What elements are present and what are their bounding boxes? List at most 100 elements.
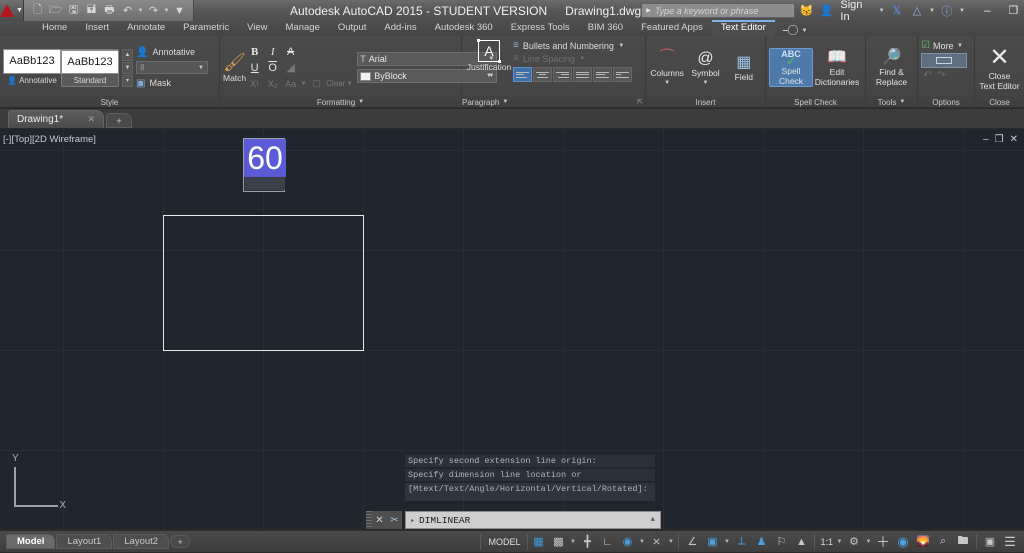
tab-autodesk-360[interactable]: Autodesk 360 — [426, 21, 502, 36]
workspace-switching-icon[interactable]: ◉ — [893, 533, 913, 551]
redo-dropdown-icon[interactable]: ▼ — [163, 8, 170, 14]
polar-tracking-icon[interactable]: ◉ — [617, 533, 637, 551]
underline-button[interactable]: U — [246, 60, 263, 75]
object-snap-tracking-icon[interactable]: ▣ — [702, 533, 722, 551]
tab-bim-360[interactable]: BIM 360 — [579, 21, 632, 36]
hardware-accel-icon[interactable]: ⌕ — [933, 533, 953, 551]
annotation-visibility-dropdown-icon[interactable]: ▼ — [864, 539, 873, 545]
close-icon[interactable]: ✕ — [87, 114, 95, 125]
paragraph-dialog-launcher[interactable]: ⇱ — [637, 97, 643, 108]
window-restore-button[interactable]: ❐ — [1000, 1, 1024, 20]
edit-dictionaries-button[interactable]: 📖 Edit Dictionaries — [815, 48, 859, 87]
osnap-tracking-dropdown-icon[interactable]: ▼ — [722, 539, 731, 545]
bullets-and-numbering-button[interactable]: ≡ Bullets and Numbering ▼ — [513, 40, 632, 51]
tab-text-editor[interactable]: Text Editor — [711, 20, 775, 36]
drawing-area[interactable]: [-][Top][2D Wireframe] – ❐ ✕ 60 Y X Spec… — [0, 129, 1024, 529]
ruler-toggle-button[interactable] — [921, 53, 967, 68]
superscript-button[interactable]: X¹ — [246, 76, 263, 91]
binoculars-icon[interactable]: 😽 — [798, 2, 815, 19]
close-text-editor-button[interactable]: ✕ Close Text Editor — [978, 44, 1021, 91]
rectangle-object[interactable] — [163, 215, 364, 351]
window-minimize-button[interactable]: – — [974, 1, 1000, 20]
columns-dropdown-icon[interactable]: ▼ — [664, 80, 671, 86]
dynamic-input-icon[interactable]: ♟ — [751, 533, 771, 551]
columns-button[interactable]: ⁀ Columns ▼ — [649, 49, 685, 86]
align-left-button[interactable] — [513, 67, 532, 82]
viewport-label[interactable]: [-][Top][2D Wireframe] — [3, 134, 96, 145]
customization-menu-icon[interactable]: ☰ — [1000, 533, 1020, 551]
layout-tab-layout1[interactable]: Layout1 — [56, 534, 113, 549]
clean-screen-icon[interactable]: 🖿 — [953, 533, 973, 551]
align-center-button[interactable] — [533, 67, 552, 82]
viewport-restore-button[interactable]: ❐ — [995, 134, 1004, 145]
mtext-inplace-editor[interactable]: 60 — [243, 138, 286, 192]
symbol-button[interactable]: @ Symbol ▼ — [687, 49, 723, 86]
plot-print-icon[interactable]: 🖶 — [101, 2, 118, 19]
new-file-tab-button[interactable]: + — [106, 113, 132, 128]
redo-icon[interactable]: ↷ — [145, 2, 162, 19]
chevron-down-icon[interactable]: ▼ — [502, 97, 508, 108]
undo-icon[interactable]: ↶ — [119, 2, 136, 19]
new-file-icon[interactable]: 🗋 — [29, 2, 46, 19]
help-icon[interactable]: ⓘ — [938, 2, 955, 19]
more-options-button[interactable]: ☑ More ▼ — [921, 40, 963, 51]
command-line-close-button[interactable]: ✕ — [372, 511, 387, 529]
model-space-indicator[interactable]: MODEL — [480, 533, 529, 550]
snap-dropdown-icon[interactable]: ▼ — [568, 539, 577, 545]
ortho-mode-icon[interactable]: ∟ — [597, 533, 617, 551]
3d-object-snap-icon[interactable]: ∠ — [682, 533, 702, 551]
strikethrough-button[interactable]: A — [282, 44, 299, 59]
tab-featured-apps[interactable]: Featured Apps — [632, 21, 712, 36]
layout-tab-model[interactable]: Model — [6, 534, 56, 549]
tab-manage[interactable]: Manage — [277, 21, 329, 36]
align-right-button[interactable] — [553, 67, 572, 82]
layout-tab-layout2[interactable]: Layout2 — [113, 534, 170, 549]
object-snap-icon[interactable]: ⨯ — [646, 533, 666, 551]
undo-icon[interactable]: ↶ — [923, 70, 931, 81]
autodesk-exchange-icon[interactable]: 𝕏 — [888, 2, 905, 19]
spell-check-button[interactable]: ABC ✓ Spell Check — [769, 48, 813, 87]
text-height-input[interactable]: 8 ▼ — [136, 61, 208, 74]
gallery-expand-icon[interactable]: ▾ — [122, 74, 133, 87]
tab-annotate[interactable]: Annotate — [118, 21, 174, 36]
text-style-annotative-button[interactable]: AaBb123 👤 Annotative — [3, 48, 61, 87]
clear-dropdown-icon[interactable]: ▼ — [346, 81, 353, 87]
application-menu-button[interactable]: ▼ — [0, 0, 24, 21]
chevron-down-icon[interactable]: ▼ — [358, 97, 364, 108]
subscript-button[interactable]: X₂ — [264, 76, 281, 91]
scroll-up-icon[interactable]: ▲ — [122, 48, 133, 61]
new-layout-button[interactable]: + — [170, 535, 191, 548]
add-scales-icon[interactable]: ＋ — [873, 533, 893, 551]
ribbon-panel-dropdown[interactable]: ⎯◯ ▼ — [775, 25, 816, 36]
mask-button[interactable]: ▣ Mask — [136, 76, 208, 90]
annotative-toggle[interactable]: 👤 Annotative — [136, 45, 208, 59]
tab-view[interactable]: View — [238, 21, 276, 36]
command-input[interactable]: ▸ DIMLINEAR ▲ — [405, 511, 661, 529]
grid-display-icon[interactable]: ▦ — [528, 533, 548, 551]
chevron-down-icon[interactable]: ▼ — [899, 97, 905, 108]
justification-dropdown-icon[interactable]: ▼ — [486, 73, 493, 79]
viewport-close-button[interactable]: ✕ — [1010, 134, 1018, 145]
qat-dropdown-icon[interactable]: ▼ — [171, 2, 188, 19]
tab-output[interactable]: Output — [329, 21, 376, 36]
align-combine-paragraphs-button[interactable] — [613, 67, 632, 82]
command-line-customize-button[interactable]: ✂ — [387, 511, 402, 529]
change-case-dropdown-icon[interactable]: ▼ — [300, 81, 307, 87]
bold-button[interactable]: B — [246, 44, 263, 59]
snap-mode-icon[interactable]: ▩ — [548, 533, 568, 551]
match-properties-button[interactable]: 🖌 Match — [223, 52, 246, 83]
tab-home[interactable]: Home — [33, 21, 76, 36]
sign-in-button[interactable]: Sign In — [838, 0, 875, 23]
polar-dropdown-icon[interactable]: ▼ — [637, 539, 646, 545]
transparency-icon[interactable]: ▲ — [791, 533, 811, 551]
undo-dropdown-icon[interactable]: ▼ — [137, 8, 144, 14]
annotation-visibility-icon[interactable]: ⚙ — [844, 533, 864, 551]
scroll-down-icon[interactable]: ▼ — [122, 61, 133, 74]
infer-constraints-icon[interactable]: ╋ — [577, 533, 597, 551]
isolate-objects-icon[interactable]: 🌄 — [913, 533, 933, 551]
tab-add-ins[interactable]: Add-ins — [375, 21, 425, 36]
search-input[interactable]: ▶ Type a keyword or phrase — [641, 3, 795, 18]
lineweight-icon[interactable]: ⚐ — [771, 533, 791, 551]
save-icon[interactable]: 🖫 — [65, 2, 82, 19]
tab-express-tools[interactable]: Express Tools — [502, 21, 579, 36]
